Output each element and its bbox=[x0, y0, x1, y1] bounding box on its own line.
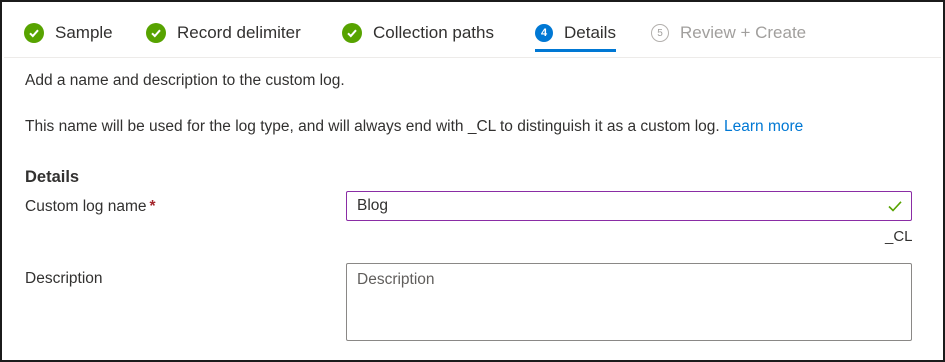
learn-more-link[interactable]: Learn more bbox=[724, 118, 803, 135]
section-title: Details bbox=[25, 168, 80, 186]
step-review-create: 5 Review + Create bbox=[651, 16, 806, 50]
description-textarea[interactable]: Description bbox=[346, 263, 912, 341]
active-step-underline bbox=[535, 49, 616, 52]
checkmark-icon bbox=[887, 198, 903, 219]
intro-text: Add a name and description to the custom… bbox=[25, 72, 345, 89]
step-details[interactable]: 4 Details bbox=[535, 16, 616, 52]
step-label: Record delimiter bbox=[177, 23, 301, 42]
step-record-delimiter[interactable]: Record delimiter bbox=[146, 16, 301, 50]
completed-check-icon bbox=[146, 23, 166, 43]
log-name-suffix: _CL bbox=[885, 228, 913, 245]
info-text: This name will be used for the log type,… bbox=[25, 118, 803, 136]
completed-check-icon bbox=[342, 23, 362, 43]
custom-log-wizard: Sample Record delimiter Collection paths… bbox=[0, 0, 945, 362]
step-label: Review + Create bbox=[680, 23, 807, 42]
step-number-badge: 5 bbox=[651, 24, 669, 42]
custom-log-name-label-text: Custom log name bbox=[25, 198, 147, 215]
info-text-body: This name will be used for the log type,… bbox=[25, 118, 720, 135]
divider bbox=[4, 57, 941, 58]
completed-check-icon bbox=[24, 23, 44, 43]
description-placeholder: Description bbox=[357, 271, 435, 288]
custom-log-name-input[interactable]: Blog bbox=[346, 191, 912, 221]
step-label: Collection paths bbox=[373, 23, 494, 42]
custom-log-name-label: Custom log name * bbox=[25, 198, 156, 216]
custom-log-name-value: Blog bbox=[357, 197, 389, 214]
step-sample[interactable]: Sample bbox=[24, 16, 113, 50]
description-label: Description bbox=[25, 270, 103, 287]
step-number-badge: 4 bbox=[535, 24, 553, 42]
step-collection-paths[interactable]: Collection paths bbox=[342, 16, 494, 50]
step-label: Details bbox=[564, 23, 616, 42]
required-marker: * bbox=[149, 198, 156, 215]
step-label: Sample bbox=[55, 23, 113, 42]
